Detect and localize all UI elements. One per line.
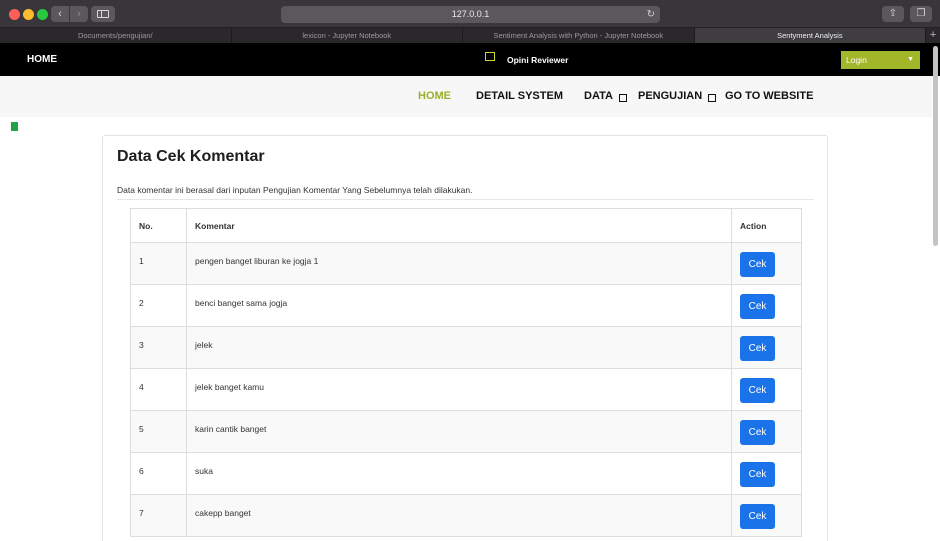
- cell-action: Cek: [731, 494, 802, 537]
- close-window-icon[interactable]: [9, 9, 20, 20]
- sidebar-toggle-icon[interactable]: [91, 6, 115, 22]
- cell-komentar: jelek: [186, 326, 732, 369]
- table-row: 1 pengen banget liburan ke jogja 1 Cek: [130, 242, 802, 285]
- cek-button[interactable]: Cek: [740, 462, 775, 487]
- browser-window: ‹ › 127.0.0.1 ↻ ⇧ ❐ Documents/pengujian/…: [0, 0, 940, 541]
- cell-komentar: jelek banget kamu: [186, 368, 732, 411]
- share-icon[interactable]: ⇧: [882, 6, 904, 22]
- browser-tab[interactable]: lexicon - Jupyter Notebook: [232, 28, 464, 43]
- cell-no: 6: [130, 452, 187, 495]
- table-header-row: No. Komentar Action: [130, 208, 802, 243]
- main-menu: HOME DETAIL SYSTEM DATA PENGUJIAN GO TO …: [0, 76, 932, 117]
- cell-komentar: benci banget sama jogja: [186, 284, 732, 327]
- cek-button[interactable]: Cek: [740, 252, 775, 277]
- green-marker-icon: [11, 122, 18, 131]
- table-row: 6 suka Cek: [130, 452, 802, 495]
- browser-tab[interactable]: Documents/pengujian/: [0, 28, 232, 43]
- menu-data[interactable]: DATA: [584, 76, 627, 117]
- cell-action: Cek: [731, 242, 802, 285]
- menu-data-label: DATA: [584, 90, 613, 102]
- menu-home[interactable]: HOME: [418, 76, 451, 117]
- web-page: HOME Opini Reviewer Login ▼ HOME DETAIL …: [0, 43, 940, 541]
- forward-icon[interactable]: ›: [70, 6, 88, 22]
- comments-table-wrapper: No. Komentar Action 1 pengen banget libu…: [130, 208, 802, 537]
- login-dropdown[interactable]: Login ▼: [841, 51, 920, 69]
- cell-no: 2: [130, 284, 187, 327]
- cell-komentar: cakepp banget: [186, 494, 732, 537]
- browser-tab[interactable]: Sentiment Analysis with Python - Jupyter…: [463, 28, 695, 43]
- cell-no: 4: [130, 368, 187, 411]
- header-action: Action: [731, 208, 802, 243]
- cell-action: Cek: [731, 368, 802, 411]
- tab-strip: Documents/pengujian/ lexicon - Jupyter N…: [0, 28, 940, 43]
- page-scrollbar[interactable]: [933, 46, 938, 246]
- address-bar[interactable]: 127.0.0.1 ↻: [281, 6, 660, 23]
- cell-no: 7: [130, 494, 187, 537]
- cell-komentar: pengen banget liburan ke jogja 1: [186, 242, 732, 285]
- table-row: 7 cakepp banget Cek: [130, 494, 802, 537]
- cell-komentar: karin cantik banget: [186, 410, 732, 453]
- brand[interactable]: Opini Reviewer: [485, 43, 568, 76]
- browser-tab-active[interactable]: Sentyment Analysis: [694, 28, 927, 43]
- menu-pengujian[interactable]: PENGUJIAN: [638, 76, 717, 117]
- back-icon[interactable]: ‹: [51, 6, 69, 22]
- card-description: Data komentar ini berasal dari inputan P…: [117, 185, 473, 195]
- card-title: Data Cek Komentar: [117, 148, 265, 165]
- cell-no: 3: [130, 326, 187, 369]
- url-text: 127.0.0.1: [451, 9, 490, 19]
- header-no: No.: [130, 208, 187, 243]
- divider: [117, 199, 814, 200]
- table-row: 3 jelek Cek: [130, 326, 802, 369]
- title-bar: ‹ › 127.0.0.1 ↻ ⇧ ❐: [0, 0, 940, 28]
- minimize-window-icon[interactable]: [23, 9, 34, 20]
- new-tab-icon[interactable]: +: [926, 28, 940, 43]
- tab-overview-icon[interactable]: ❐: [910, 6, 932, 22]
- cek-button[interactable]: Cek: [740, 420, 775, 445]
- caret-down-icon: ▼: [907, 56, 914, 63]
- cell-no: 5: [130, 410, 187, 453]
- cell-action: Cek: [731, 326, 802, 369]
- home-link[interactable]: HOME: [27, 43, 57, 76]
- top-navbar: HOME Opini Reviewer Login ▼: [0, 43, 940, 76]
- brand-label: Opini Reviewer: [507, 54, 569, 65]
- menu-detail-system[interactable]: DETAIL SYSTEM: [476, 76, 563, 117]
- table-row: 5 karin cantik banget Cek: [130, 410, 802, 453]
- reload-icon[interactable]: ↻: [647, 6, 655, 23]
- menu-pengujian-label: PENGUJIAN: [638, 90, 703, 102]
- login-label: Login: [846, 55, 867, 65]
- comments-table: No. Komentar Action 1 pengen banget libu…: [130, 208, 802, 537]
- cek-button[interactable]: Cek: [740, 336, 775, 361]
- table-row: 2 benci banget sama jogja Cek: [130, 284, 802, 327]
- header-komentar: Komentar: [186, 208, 732, 243]
- cek-button[interactable]: Cek: [740, 294, 775, 319]
- cek-button[interactable]: Cek: [740, 378, 775, 403]
- cek-button[interactable]: Cek: [740, 504, 775, 529]
- fullscreen-window-icon[interactable]: [37, 9, 48, 20]
- menu-go-to-website[interactable]: GO TO WEBSITE: [725, 76, 813, 117]
- data-card: Data Cek Komentar Data komentar ini bera…: [102, 135, 828, 541]
- cell-komentar: suka: [186, 452, 732, 495]
- dropdown-box-icon: [708, 94, 717, 102]
- cell-no: 1: [130, 242, 187, 285]
- table-row: 4 jelek banget kamu Cek: [130, 368, 802, 411]
- brand-square-icon: [485, 52, 495, 61]
- cell-action: Cek: [731, 284, 802, 327]
- cell-action: Cek: [731, 452, 802, 495]
- dropdown-box-icon: [618, 94, 627, 102]
- cell-action: Cek: [731, 410, 802, 453]
